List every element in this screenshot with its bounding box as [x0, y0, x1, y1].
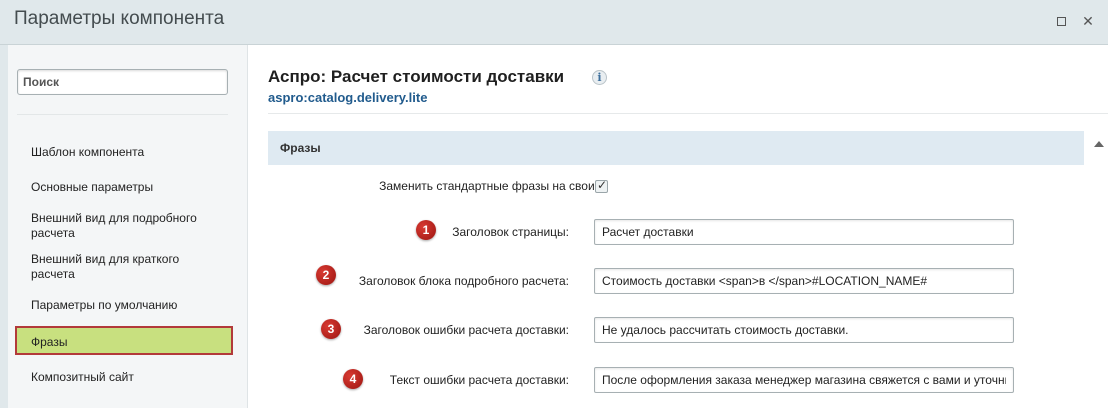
window-titlebar: Параметры компонента ✕ — [0, 0, 1108, 45]
component-title: Аспро: Расчет стоимости доставки — [268, 67, 565, 86]
info-icon[interactable]: i — [592, 70, 607, 85]
sidebar-item-phrases[interactable]: Фразы — [15, 326, 233, 355]
sidebar-item-template[interactable]: Шаблон компонента — [31, 145, 221, 160]
sidebar-divider — [17, 114, 228, 115]
error-text-input[interactable] — [594, 367, 1014, 393]
maximize-icon[interactable] — [1054, 14, 1068, 28]
scroll-up-icon[interactable] — [1094, 141, 1104, 147]
sidebar-item-detail-view[interactable]: Внешний вид для подробного расчета — [31, 211, 221, 241]
header-divider — [268, 113, 1108, 114]
component-code: aspro:catalog.delivery.lite — [268, 90, 428, 105]
badge-2: 2 — [316, 265, 336, 285]
search-input[interactable] — [17, 69, 228, 95]
badge-4: 4 — [343, 369, 363, 389]
sidebar-item-composite[interactable]: Композитный сайт — [31, 370, 221, 385]
page-title-input[interactable] — [594, 219, 1014, 245]
replace-phrases-checkbox[interactable] — [595, 178, 608, 193]
close-icon[interactable]: ✕ — [1081, 14, 1095, 28]
detail-block-title-label: Заголовок блока подробного расчета: — [358, 274, 569, 288]
badge-3: 3 — [321, 319, 341, 339]
error-title-input[interactable] — [594, 317, 1014, 343]
section-header[interactable]: Фразы — [268, 131, 1084, 165]
window-title: Параметры компонента — [14, 8, 225, 29]
badge-1: 1 — [416, 220, 436, 240]
main-content: Аспро: Расчет стоимости доставки i aspro… — [248, 45, 1108, 408]
sidebar-edge — [0, 45, 8, 408]
sidebar-item-short-view[interactable]: Внешний вид для краткого расчета — [31, 252, 221, 282]
sidebar: Шаблон компонента Основные параметры Вне… — [0, 45, 248, 408]
sidebar-item-main-params[interactable]: Основные параметры — [31, 180, 221, 195]
error-text-label: Текст ошибки расчета доставки: — [389, 373, 569, 387]
error-title-label: Заголовок ошибки расчета доставки: — [363, 323, 569, 337]
replace-phrases-label: Заменить стандартные фразы на свои: — [379, 179, 598, 193]
page-title-label: Заголовок страницы: — [452, 225, 569, 239]
detail-block-title-input[interactable] — [594, 268, 1014, 294]
sidebar-item-defaults[interactable]: Параметры по умолчанию — [31, 298, 221, 313]
